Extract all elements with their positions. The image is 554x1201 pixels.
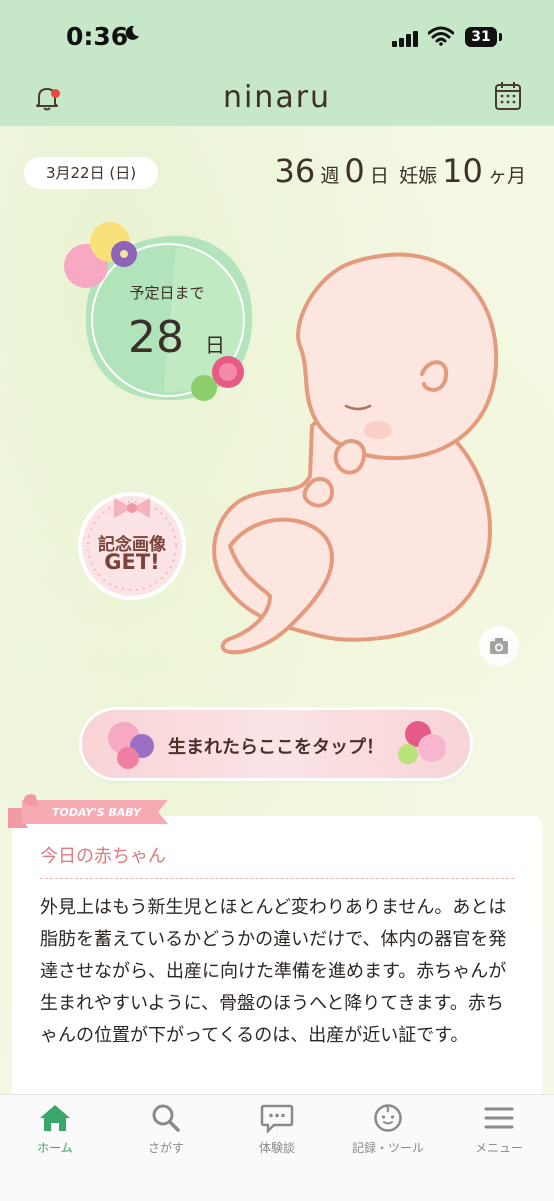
home-icon [40, 1105, 70, 1131]
tab-experiences-label: 体験談 [258, 1141, 295, 1155]
tab-home[interactable]: ホーム [0, 1103, 110, 1156]
tab-home-label: ホーム [37, 1141, 73, 1155]
today-baby-body: 外見上はもう新生児とほとんど変わりありません。あとは脂肪を蓄えているかどうかの違… [40, 897, 507, 1046]
today-baby-ribbon: TODAY'S BABY [8, 794, 168, 828]
battery-icon: 31 [465, 27, 497, 47]
weeks-value: 36 [274, 152, 316, 190]
fetus-illustration [212, 252, 499, 655]
months-unit: ヶ月 [487, 165, 526, 187]
memorial-badge-line2: GET! [104, 550, 160, 574]
pregnancy-label: 妊娠 [399, 165, 438, 187]
today-baby-title: 今日の赤ちゃん [40, 846, 166, 867]
ribbon-text: TODAY'S BABY [52, 806, 142, 819]
baby-face-icon [374, 1104, 402, 1132]
countdown-value: 28 [128, 312, 184, 363]
home-content: 3月22日 (日) 36 週 0 日 妊娠 10 ヶ月 予定日まで 28 日 記… [0, 126, 554, 1094]
tab-search[interactable]: さがす [111, 1103, 221, 1156]
camera-icon [490, 638, 508, 654]
chat-icon [260, 1104, 294, 1133]
app-header: 0:36 31 ninaru [0, 0, 554, 126]
signal-icon [392, 28, 420, 47]
app-logo: ninaru [222, 80, 332, 115]
tab-menu[interactable]: メニュー [444, 1103, 554, 1156]
pregnancy-status: 36 週 0 日 妊娠 10 ヶ月 [275, 152, 527, 190]
moon-icon [125, 25, 139, 40]
date-pill: 3月22日 (日) [24, 157, 158, 189]
search-icon [152, 1104, 180, 1132]
tab-records-tools[interactable]: 記録・ツール [333, 1103, 443, 1156]
menu-icon [484, 1107, 514, 1129]
weeks-unit: 週 [320, 165, 340, 187]
tab-bar: ホーム さがす 体験談 記録・ツール メニュー [0, 1094, 554, 1201]
tab-search-label: さがす [147, 1141, 184, 1155]
divider [40, 878, 514, 879]
calendar-icon[interactable] [494, 81, 522, 111]
tab-experiences[interactable]: 体験談 [222, 1103, 332, 1156]
months-value: 10 [442, 152, 483, 190]
wifi-icon [428, 26, 454, 46]
born-tap-label[interactable]: 生まれたらここをタップ！ [82, 733, 470, 759]
tab-menu-label: メニュー [474, 1141, 523, 1155]
camera-button[interactable] [479, 626, 519, 666]
status-time: 0:36 [66, 22, 129, 51]
days-unit: 日 [369, 165, 389, 187]
days-value: 0 [344, 152, 365, 190]
battery-tip [499, 33, 502, 41]
tab-records-tools-label: 記録・ツール [351, 1141, 424, 1155]
